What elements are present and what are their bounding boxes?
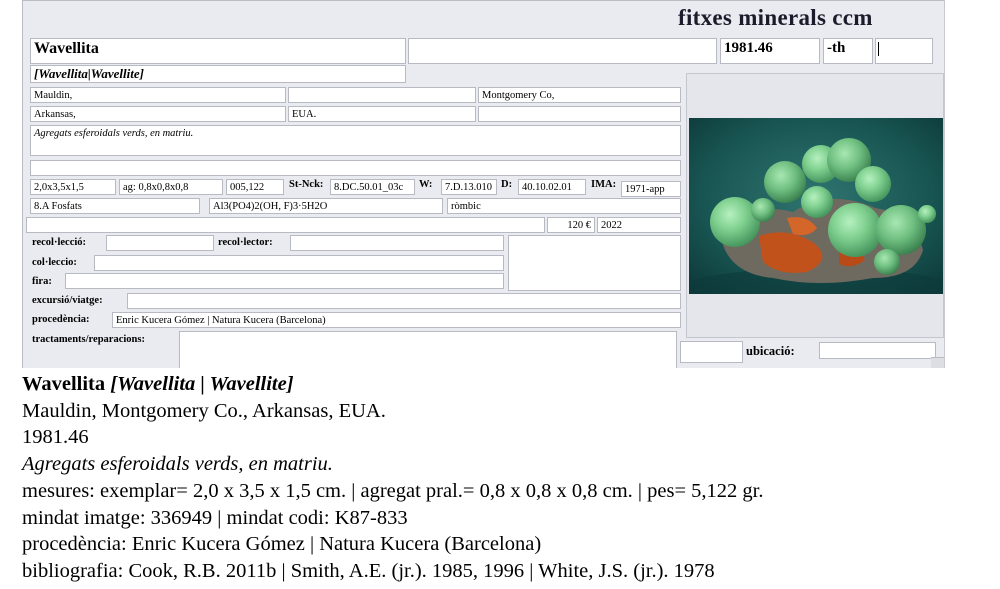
- strunz-field[interactable]: 8.DC.50.01_03c: [330, 179, 415, 195]
- scrollbar-corner[interactable]: [931, 357, 944, 368]
- synonyms-field[interactable]: [Wavellita|Wavellite]: [30, 65, 406, 83]
- ima-label: IMA:: [591, 179, 617, 190]
- description-field[interactable]: Agregats esferoidals verds, en matriu.: [30, 125, 681, 156]
- summary-measures: mesures: exemplar= 2,0 x 3,5 x 1,5 cm. |…: [22, 479, 764, 502]
- blank-row-field[interactable]: [26, 217, 545, 233]
- summary-description: Agregats esferoidals verds, en matriu.: [22, 453, 333, 476]
- country-field[interactable]: EUA.: [288, 106, 476, 122]
- text-cursor: [878, 42, 879, 56]
- fair-label: fira:: [32, 276, 52, 287]
- mineral-record-form: fitxes minerals ccm Wavellita 1981.46 -t…: [22, 0, 945, 368]
- w-label: W:: [419, 179, 433, 190]
- collector-label: recol·lector:: [218, 237, 273, 248]
- summary-name: Wavellita: [22, 373, 106, 395]
- d-label: D:: [501, 179, 513, 190]
- locality-field[interactable]: Mauldin,: [30, 87, 286, 103]
- summary-bibliography: bibliografia: Cook, R.B. 2011b | Smith, …: [22, 559, 715, 582]
- formula-field[interactable]: Al3(PO4)2(OH, F)3·5H2O: [209, 198, 443, 214]
- fair-field[interactable]: [65, 273, 504, 289]
- provenance-field[interactable]: Enric Kucera Gómez | Natura Kucera (Barc…: [112, 312, 681, 328]
- collected-label: recol·lecció:: [32, 237, 87, 248]
- price-field[interactable]: 120 €: [547, 217, 595, 233]
- size-field[interactable]: 2,0x3,5x1,5: [30, 179, 116, 195]
- summary-catalog: 1981.46: [22, 426, 89, 449]
- provenance-label: procedència:: [32, 314, 90, 325]
- suffix-extra-field[interactable]: [875, 38, 933, 64]
- summary-mindat: mindat imatge: 336949 | mindat codi: K87…: [22, 506, 408, 529]
- treatments-field[interactable]: [179, 331, 677, 368]
- side-notes-box[interactable]: [508, 235, 681, 291]
- collected-field[interactable]: [106, 235, 214, 251]
- year-field[interactable]: 2022: [597, 217, 681, 233]
- trip-label: excursió/viatge:: [32, 295, 103, 306]
- summary-synonyms: [Wavellita | Wavellite]: [110, 373, 294, 395]
- d-field[interactable]: 40.10.02.01: [518, 179, 586, 195]
- summary-title-line: Wavellita [Wavellita | Wavellite]: [22, 371, 982, 398]
- w-field[interactable]: 7.D.13.010: [441, 179, 497, 195]
- trip-field[interactable]: [127, 293, 681, 309]
- location-label: ubicació:: [746, 344, 795, 358]
- catalog-number-field[interactable]: 1981.46: [720, 38, 820, 64]
- locality-2-field[interactable]: [288, 87, 476, 103]
- class-field[interactable]: 8.A Fosfats: [30, 198, 200, 214]
- location-prefix-field[interactable]: [680, 341, 743, 363]
- suffix-field[interactable]: -th: [823, 38, 873, 64]
- treatments-label: tractaments/reparacions:: [32, 334, 145, 345]
- ima-field[interactable]: 1971-app: [621, 181, 681, 197]
- mineral-specimen-image: [689, 118, 943, 294]
- app-title: fitxes minerals ccm: [678, 5, 873, 30]
- mineral-photo[interactable]: [689, 118, 943, 294]
- name-field[interactable]: Wavellita: [30, 38, 406, 64]
- collector-field[interactable]: [290, 235, 504, 251]
- notes-field[interactable]: [30, 160, 681, 176]
- crystal-system-field[interactable]: ròmbic: [447, 198, 681, 214]
- record-summary: Wavellita [Wavellita | Wavellite] Mauldi…: [22, 371, 982, 585]
- blank-field-top[interactable]: [408, 38, 717, 64]
- summary-provenance: procedència: Enric Kucera Gómez | Natura…: [22, 533, 542, 556]
- state-field[interactable]: Arkansas,: [30, 106, 286, 122]
- collection-field[interactable]: [94, 255, 504, 271]
- aggregate-field[interactable]: ag: 0,8x0,8x0,8: [119, 179, 223, 195]
- weight-field[interactable]: 005,122: [226, 179, 284, 195]
- country-extra-field[interactable]: [478, 106, 681, 122]
- strunz-label: St-Nck:: [289, 179, 324, 190]
- location-field[interactable]: [819, 342, 936, 359]
- collection-label: col·leccio:: [32, 257, 77, 268]
- photo-frame: [686, 73, 944, 338]
- summary-locality: Mauldin, Montgomery Co., Arkansas, EUA.: [22, 399, 386, 422]
- county-field[interactable]: Montgomery Co,: [478, 87, 681, 103]
